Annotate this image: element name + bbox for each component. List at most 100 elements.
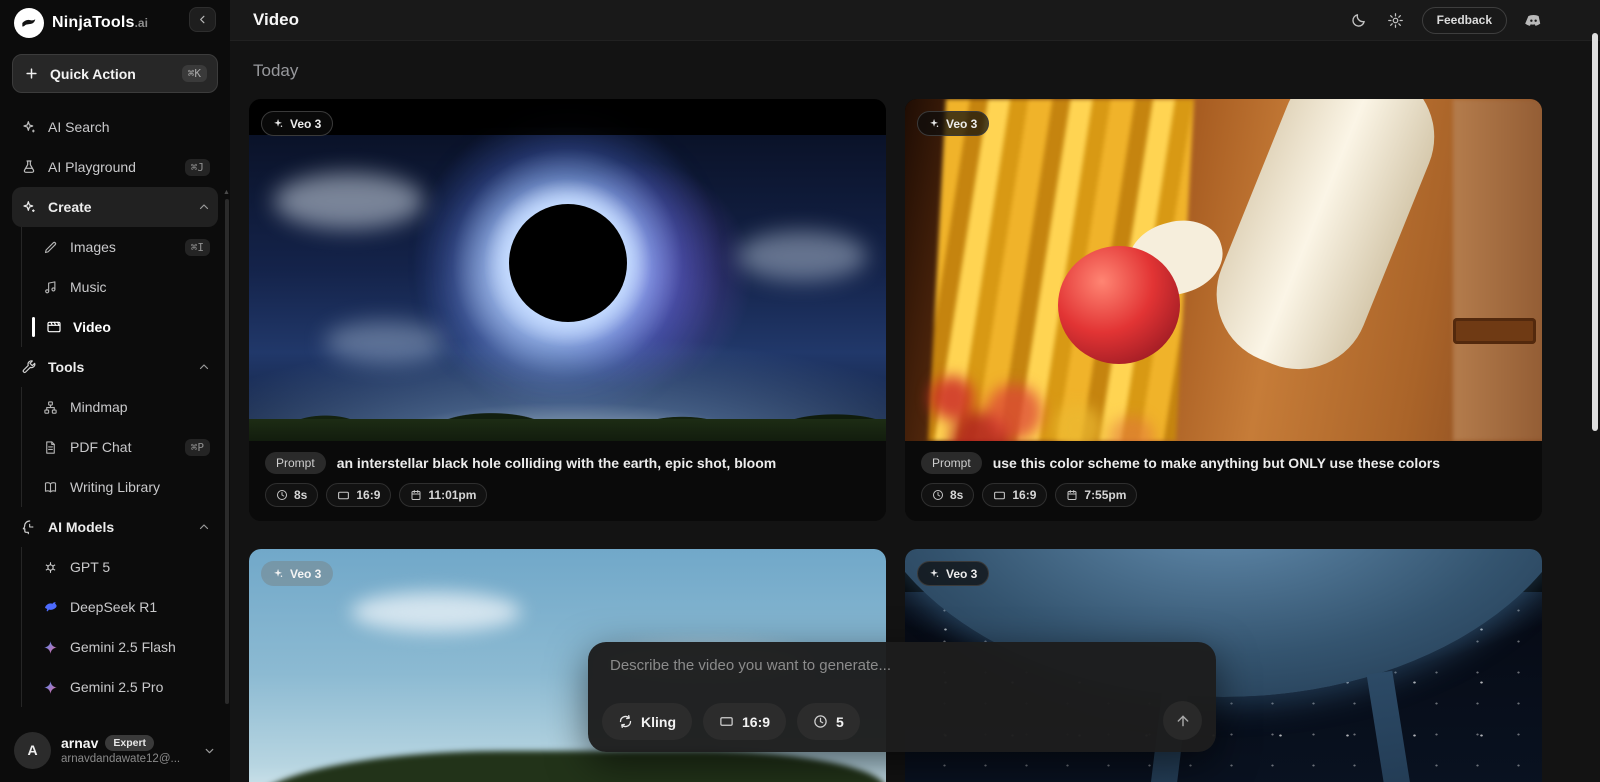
sidebar-item-label: PDF Chat [70,439,132,455]
feedback-button[interactable]: Feedback [1421,6,1507,34]
black-hole [508,204,627,322]
sidebar-section-ai-models[interactable]: AI Models [12,507,218,547]
ninjatools-logo-icon [14,8,44,38]
brand-logo[interactable]: NinjaTools.ai [14,8,148,38]
duration-button[interactable]: 5 [797,703,860,740]
sidebar-item-mindmap[interactable]: Mindmap [32,387,218,427]
chevron-up-icon [199,204,209,210]
sidebar-section-create[interactable]: Create [12,187,218,227]
ai-chip-icon [20,519,37,536]
model-select-button[interactable]: Kling [602,703,692,740]
ai-models-subgroup: GPT 5 DeepSeek R1 Gemini 2.5 Flash Gemin… [21,547,218,707]
profile-name: arnav [61,735,99,751]
sidebar-item-gemini-25-pro[interactable]: Gemini 2.5 Pro [32,667,218,707]
profile-menu[interactable]: A arnav Expert arnavdandawate12@... [0,718,230,782]
duration-pill: 8s [921,483,975,507]
sparkle-icon [930,568,939,577]
generate-submit-button[interactable] [1163,701,1202,740]
calendar-icon [411,490,421,500]
flask-icon [20,159,37,176]
model-badge: Veo 3 [261,111,334,136]
video-thumbnail[interactable]: Veo 3 [249,99,886,441]
sparkle-icon [20,119,37,136]
clock-icon [277,490,287,500]
video-card[interactable]: Veo 3 Prompt use this color scheme to ma… [905,99,1542,521]
sidebar-scrollbar-thumb[interactable] [225,199,229,704]
sidebar-item-label: DeepSeek R1 [70,599,158,615]
page-scrollbar-thumb[interactable] [1592,33,1598,431]
sidebar-item-label: Gemini 2.5 Pro [70,679,164,695]
brand-suffix: .ai [134,16,148,30]
active-indicator [32,317,35,337]
sidebar-item-ai-playground[interactable]: AI Playground ⌘J [12,147,218,187]
sidebar-item-pdf-chat[interactable]: PDF Chat ⌘P [32,427,218,467]
sidebar-section-label: Create [48,199,92,215]
sparkle-icon [274,118,283,127]
discord-icon [1524,14,1540,26]
video-card[interactable]: Veo 3 Prompt an interstellar black hole … [249,99,886,521]
clock-icon [933,490,943,500]
sparkle-icon [930,118,939,127]
quick-action-shortcut: ⌘K [181,65,207,82]
hierarchy-icon [42,399,59,416]
avatar: A [14,731,51,769]
page-title: Video [253,10,299,29]
sparkle-icon [274,568,283,577]
sidebar-section-tools[interactable]: Tools [12,347,218,387]
apple [1057,246,1180,365]
sidebar-item-images[interactable]: Images ⌘I [32,227,218,267]
sidebar-item-video[interactable]: Video [32,307,218,347]
chevron-up-icon [199,524,209,530]
quick-action-button[interactable]: Quick Action ⌘K [12,54,218,93]
aspect-ratio-icon [994,491,1006,499]
gear-icon [1388,12,1404,28]
sidebar-item-gemini-25-flash[interactable]: Gemini 2.5 Flash [32,627,218,667]
sidebar-item-label: AI Search [48,119,110,135]
sidebar-item-label: Video [73,319,111,335]
topbar: Video Feedback [230,0,1600,41]
chevron-up-icon [199,364,209,370]
shortcut-badge: ⌘I [184,238,210,256]
plus-icon [23,65,40,82]
sidebar-item-label: Writing Library [70,479,160,495]
settings-button[interactable] [1385,9,1407,31]
chevron-left-icon [200,15,205,24]
sparkles-icon [20,199,37,216]
aspect-pill: 16:9 [982,483,1048,507]
clapperboard-icon [45,319,62,336]
sidebar-header: NinjaTools.ai [0,0,230,46]
model-badge: Veo 3 [261,561,334,586]
moon-icon [1352,13,1365,27]
cycle-icon [619,714,632,729]
sidebar-scrollbar[interactable]: ▲ [223,189,230,704]
aspect-ratio-icon [338,491,350,499]
sidebar-item-gpt5[interactable]: GPT 5 [32,547,218,587]
sidebar: NinjaTools.ai Quick Action ⌘K AI Search … [0,0,230,782]
discord-button[interactable] [1522,9,1544,31]
tools-subgroup: Mindmap PDF Chat ⌘P Writing Library [21,387,218,507]
shortcut-badge: ⌘P [184,438,210,456]
duration-pill: 8s [265,483,319,507]
sidebar-item-label: Images [70,239,116,255]
gemini-star-icon [42,679,59,696]
collapse-sidebar-button[interactable] [189,7,216,32]
arrow-up-icon [1177,715,1188,726]
sidebar-item-writing-library[interactable]: Writing Library [32,467,218,507]
sidebar-item-ai-search[interactable]: AI Search [12,107,218,147]
create-subgroup: Images ⌘I Music Video [21,227,218,347]
pencil-icon [42,239,59,256]
calendar-icon [1067,490,1077,500]
clock-icon [814,715,827,728]
sidebar-item-deepseek-r1[interactable]: DeepSeek R1 [32,587,218,627]
theme-toggle-button[interactable] [1348,9,1370,31]
blackhole-scene [249,135,886,441]
file-text-icon [42,439,59,456]
quick-action-label: Quick Action [50,65,136,82]
model-badge: Veo 3 [917,111,990,136]
prompt-input[interactable] [610,657,1194,699]
aspect-ratio-icon [720,717,733,726]
video-thumbnail[interactable]: Veo 3 [905,99,1542,441]
music-note-icon [42,279,59,296]
aspect-ratio-button[interactable]: 16:9 [703,703,787,740]
sidebar-item-music[interactable]: Music [32,267,218,307]
